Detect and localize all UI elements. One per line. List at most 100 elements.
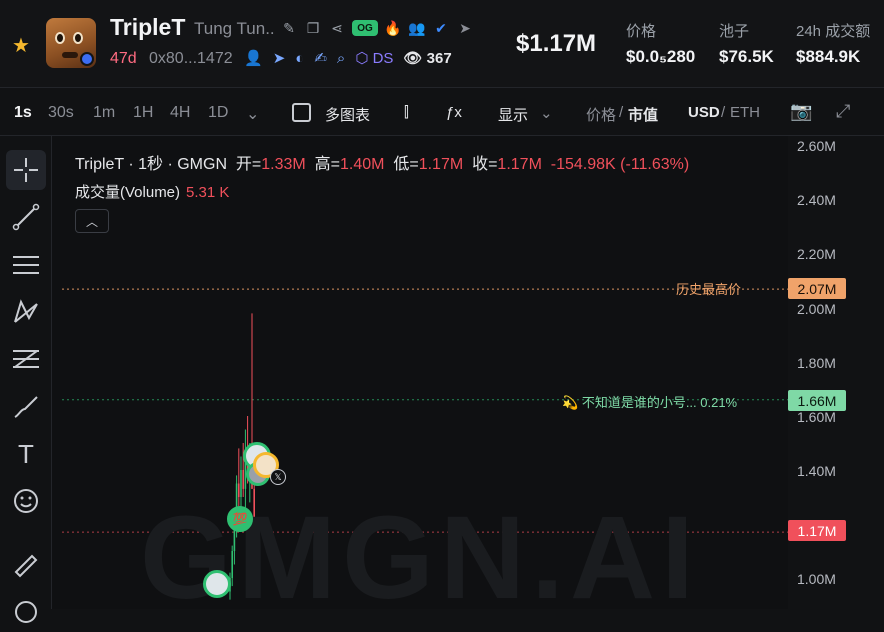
legend-symbol: TripleT · 1秒 · GMGN <box>75 156 228 173</box>
timeframe-4h[interactable]: 4H <box>170 104 190 122</box>
y-tick: 1.80M <box>797 355 836 371</box>
dexscreener-link[interactable]: ⬡ DS <box>355 49 394 68</box>
eth-toggle[interactable]: ETH <box>730 104 760 121</box>
social-links-row: 👤 ➤ ◐ ✍ ⌕ ⬡ DS 👁 367 <box>244 49 452 68</box>
ruler-tool-icon[interactable] <box>6 546 46 586</box>
trade-marker-100-icon[interactable]: 💯 <box>227 506 253 532</box>
post-icon[interactable]: ✍ <box>314 49 327 67</box>
multi-chart-label[interactable]: 多图表 <box>325 104 370 125</box>
brush-tool-icon[interactable] <box>6 387 46 427</box>
collapse-legend-chevron-icon[interactable]: ︿ <box>75 209 109 233</box>
crosshair-tool-icon[interactable] <box>6 150 46 190</box>
token-avatar <box>46 18 96 68</box>
zoom-tool-icon[interactable] <box>6 592 46 632</box>
avatar-eye-right <box>73 32 83 44</box>
pump-icon[interactable]: ◐ <box>295 50 304 67</box>
avatar-mouth <box>62 52 78 58</box>
y-tick: 2.40M <box>797 192 836 208</box>
verified-icon: ✔ <box>435 19 447 36</box>
telegram-link-icon[interactable]: ➤ <box>273 49 286 67</box>
timeframe-dropdown-chevron-icon[interactable]: ⌄ <box>246 104 259 124</box>
stat-price: 价格 $0.0₅280 <box>626 20 695 67</box>
y-tick: 1.40M <box>797 463 836 479</box>
fire-icon: 🔥 <box>384 19 402 36</box>
display-chevron-icon[interactable]: ⌄ <box>540 104 553 122</box>
edit-icon[interactable]: ✎ <box>280 18 298 38</box>
stat-volume-value: $884.9K <box>796 47 861 66</box>
candle-body <box>242 470 244 489</box>
y-tick: 2.00M <box>797 301 836 317</box>
timeframe-1d[interactable]: 1D <box>208 104 228 122</box>
low-label: 低= <box>393 156 419 173</box>
avatar-eye-left <box>55 32 65 44</box>
header-icon-row: ✎ ❐ ⋖ OG 🔥 👥 ✔ ➤ <box>280 18 474 38</box>
trade-marker-avatar[interactable] <box>203 570 231 598</box>
views-value: 367 <box>426 49 452 67</box>
y-tick: 1.60M <box>797 409 836 425</box>
change-value: -154.98K (-11.63%) <box>550 156 690 173</box>
high-label: 高= <box>314 156 340 173</box>
whale-line-label: 💫 不知道是谁的小号... 0.21% <box>562 395 738 410</box>
share-icon[interactable]: ⋖ <box>328 18 346 38</box>
candle-type-icon[interactable]: ⫿ <box>404 104 409 121</box>
contract-address[interactable]: 0x80...1472 <box>149 50 233 68</box>
ohlc-legend: TripleT · 1秒 · GMGN 开=1.33M 高=1.40M 低=1.… <box>75 150 689 174</box>
timeframe-30s[interactable]: 30s <box>48 104 74 122</box>
open-label: 开= <box>235 156 262 173</box>
currency-separator: / <box>721 104 726 121</box>
token-title: TripleT <box>110 14 186 40</box>
stat-price-label: 价格 <box>626 23 657 40</box>
og-badge: OG <box>352 20 378 36</box>
price-toggle[interactable]: 价格 <box>586 104 616 125</box>
horizontal-lines-tool-icon[interactable] <box>6 245 46 285</box>
y-tick: 1.00M <box>797 571 836 587</box>
emoji-tool-icon[interactable] <box>6 481 46 521</box>
whale-price-tag: 1.66M <box>788 390 846 411</box>
token-subtitle: Tung Tun... <box>194 19 274 38</box>
timeframe-1h[interactable]: 1H <box>133 104 153 122</box>
copy-icon[interactable]: ❐ <box>304 18 322 38</box>
timeframe-1s[interactable]: 1s <box>14 104 32 122</box>
close-label: 收= <box>472 156 498 173</box>
screenshot-camera-icon[interactable]: 📷 <box>790 101 812 122</box>
x-twitter-icon[interactable]: 𝕏 <box>270 469 286 485</box>
telegram-icon[interactable]: ➤ <box>456 18 474 38</box>
stat-pool-label: 池子 <box>719 23 750 40</box>
stat-price-value: $0.0₅280 <box>626 47 696 66</box>
open-value: 1.33M <box>261 156 306 173</box>
display-menu[interactable]: 显示 <box>498 104 528 125</box>
chart-watermark: GMGN.AI <box>140 492 700 624</box>
fullscreen-icon[interactable]: ⤢ <box>836 101 850 122</box>
toggle-separator: / <box>619 104 624 121</box>
user-icon[interactable]: 👤 <box>244 49 263 67</box>
mcap-toggle[interactable]: 市值 <box>628 104 658 125</box>
favorite-star-icon[interactable]: ★ <box>12 33 30 58</box>
y-tick: 2.60M <box>797 138 836 154</box>
multi-chart-checkbox[interactable] <box>292 103 311 122</box>
volume-value: 5.31 K <box>186 184 230 201</box>
ds-label: DS <box>372 49 394 67</box>
ath-price-tag: 2.07M <box>788 278 846 299</box>
fib-tool-icon[interactable] <box>6 339 46 379</box>
low-value: 1.17M <box>418 156 464 173</box>
token-age: 47d <box>110 50 137 67</box>
search-icon[interactable]: ⌕ <box>337 50 345 67</box>
text-tool-icon[interactable]: T <box>6 434 46 474</box>
stat-pool: 池子 $76.5K <box>719 20 774 67</box>
stat-volume-label: 24h 成交额 <box>796 23 871 40</box>
close-value: 1.17M <box>497 156 542 173</box>
holders-icon: 👥 <box>408 19 426 36</box>
pattern-tool-icon[interactable] <box>6 292 46 332</box>
current-price-tag: 1.17M <box>788 520 846 541</box>
timeframe-1m[interactable]: 1m <box>93 104 115 122</box>
stat-pool-value: $76.5K <box>719 47 774 66</box>
market-cap-value: $1.17M <box>516 30 597 57</box>
volume-label: 成交量(Volume) <box>75 184 181 201</box>
whale-label-text: 不知道是谁的小号... 0.21% <box>581 395 738 410</box>
trendline-tool-icon[interactable] <box>6 197 46 237</box>
ath-line-label: 历史最高价 <box>676 282 742 297</box>
y-tick: 2.20M <box>797 246 836 262</box>
usd-toggle[interactable]: USD <box>688 104 720 121</box>
high-value: 1.40M <box>339 156 385 173</box>
indicators-fx-icon[interactable]: ƒx <box>446 104 462 121</box>
